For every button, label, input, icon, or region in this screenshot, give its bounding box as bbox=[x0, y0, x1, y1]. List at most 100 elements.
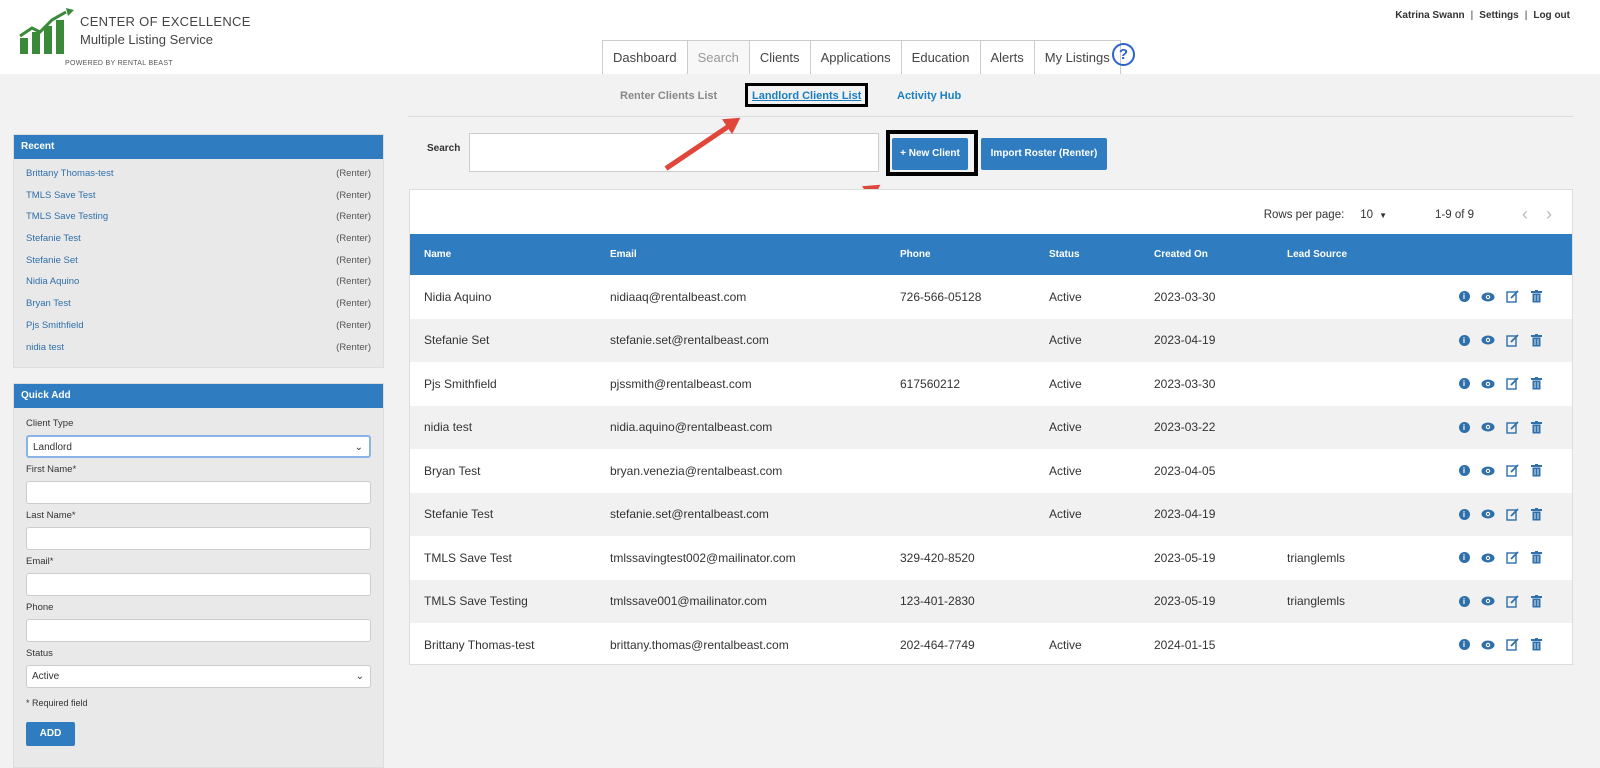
view-icon[interactable] bbox=[1481, 507, 1495, 521]
trash-icon[interactable] bbox=[1529, 551, 1543, 565]
recent-client-name[interactable]: nidia test bbox=[26, 337, 64, 359]
tab-dashboard[interactable]: Dashboard bbox=[602, 40, 688, 74]
subnav-landlord-clients[interactable]: Landlord Clients List bbox=[745, 83, 869, 107]
list-item[interactable]: Pjs Smithfield (Renter) bbox=[14, 315, 383, 337]
list-item[interactable]: Nidia Aquino (Renter) bbox=[14, 271, 383, 293]
phone-field[interactable] bbox=[26, 619, 371, 642]
edit-icon[interactable] bbox=[1505, 333, 1519, 347]
recent-client-name[interactable]: Stefanie Set bbox=[26, 250, 78, 272]
info-icon[interactable]: i bbox=[1457, 420, 1471, 434]
view-icon[interactable] bbox=[1481, 333, 1495, 347]
edit-icon[interactable] bbox=[1505, 290, 1519, 304]
view-icon[interactable] bbox=[1481, 594, 1495, 608]
view-icon[interactable] bbox=[1481, 377, 1495, 391]
tab-clients[interactable]: Clients bbox=[748, 40, 811, 74]
trash-icon[interactable] bbox=[1529, 377, 1543, 391]
rows-per-page-select[interactable]: 10 ▼ bbox=[1360, 209, 1387, 221]
list-item[interactable]: Brittany Thomas-test (Renter) bbox=[14, 163, 383, 185]
table-row[interactable]: nidia test nidia.aquino@rentalbeast.com Ac… bbox=[410, 405, 1572, 450]
chevron-right-icon[interactable]: › bbox=[1546, 204, 1552, 225]
status-select[interactable]: Active ⌄ bbox=[26, 665, 371, 688]
info-icon[interactable]: i bbox=[1457, 464, 1471, 478]
list-item[interactable]: Stefanie Set (Renter) bbox=[14, 250, 383, 272]
view-icon[interactable] bbox=[1481, 551, 1495, 565]
header-phone[interactable]: Phone bbox=[886, 234, 1035, 275]
new-client-button[interactable]: + New Client bbox=[892, 138, 968, 170]
email-field[interactable] bbox=[26, 573, 371, 596]
logout-link[interactable]: Log out bbox=[1533, 10, 1570, 21]
edit-icon[interactable] bbox=[1505, 638, 1519, 652]
table-row[interactable]: Bryan Test bryan.venezia@rentalbeast.com A… bbox=[410, 449, 1572, 493]
view-icon[interactable] bbox=[1481, 420, 1495, 434]
subnav-renter-clients[interactable]: Renter Clients List bbox=[620, 90, 717, 102]
table-row[interactable]: TMLS Save Testing tmlssave001@mailinator.… bbox=[410, 579, 1572, 623]
info-icon[interactable]: i bbox=[1457, 377, 1471, 391]
header-status[interactable]: Status bbox=[1035, 234, 1140, 275]
info-icon[interactable]: i bbox=[1457, 551, 1471, 565]
settings-link[interactable]: Settings bbox=[1479, 10, 1518, 21]
edit-icon[interactable] bbox=[1505, 507, 1519, 521]
recent-client-name[interactable]: TMLS Save Testing bbox=[26, 206, 108, 228]
view-icon[interactable] bbox=[1481, 464, 1495, 478]
tab-applications[interactable]: Applications bbox=[809, 40, 902, 74]
edit-icon[interactable] bbox=[1505, 594, 1519, 608]
list-item[interactable]: TMLS Save Test (Renter) bbox=[14, 185, 383, 207]
view-icon[interactable] bbox=[1481, 290, 1495, 304]
recent-client-name[interactable]: Brittany Thomas-test bbox=[26, 163, 113, 185]
edit-icon[interactable] bbox=[1505, 377, 1519, 391]
user-name[interactable]: Katrina Swann bbox=[1395, 10, 1464, 21]
trash-icon[interactable] bbox=[1529, 333, 1543, 347]
list-item[interactable]: Bryan Test (Renter) bbox=[14, 293, 383, 315]
view-icon[interactable] bbox=[1481, 638, 1495, 652]
tab-search[interactable]: Search bbox=[686, 40, 750, 74]
tab-education[interactable]: Education bbox=[900, 40, 981, 74]
client-type-select[interactable]: Landlord ⌄ bbox=[26, 435, 371, 458]
cell-phone bbox=[886, 406, 1035, 450]
user-links: Katrina Swann | Settings | Log out bbox=[1395, 10, 1570, 21]
info-icon[interactable]: i bbox=[1457, 507, 1471, 521]
edit-icon[interactable] bbox=[1505, 551, 1519, 565]
trash-icon[interactable] bbox=[1529, 638, 1543, 652]
table-row[interactable]: TMLS Save Test tmlssavingtest002@mailinat… bbox=[410, 536, 1572, 580]
list-item[interactable]: Stefanie Test (Renter) bbox=[14, 228, 383, 250]
table-row[interactable]: Stefanie Test stefanie.set@rentalbeast.co… bbox=[410, 492, 1572, 536]
list-item[interactable]: TMLS Save Testing (Renter) bbox=[14, 206, 383, 228]
subnav-activity-hub[interactable]: Activity Hub bbox=[897, 90, 961, 102]
tab-my-listings[interactable]: My Listings bbox=[1033, 40, 1121, 74]
last-name-field[interactable] bbox=[26, 527, 371, 550]
search-input[interactable] bbox=[469, 133, 879, 172]
trash-icon[interactable] bbox=[1529, 420, 1543, 434]
recent-client-name[interactable]: TMLS Save Test bbox=[26, 185, 96, 207]
table-row[interactable]: Pjs Smithfield pjssmith@rentalbeast.com 61… bbox=[410, 362, 1572, 406]
info-icon[interactable]: i bbox=[1457, 594, 1471, 608]
chevron-left-icon[interactable]: ‹ bbox=[1522, 204, 1528, 225]
info-icon[interactable]: i bbox=[1457, 290, 1471, 304]
recent-client-type: (Renter) bbox=[336, 341, 371, 353]
recent-client-name[interactable]: Nidia Aquino bbox=[26, 271, 79, 293]
recent-client-name[interactable]: Bryan Test bbox=[26, 293, 71, 315]
info-icon[interactable]: i bbox=[1457, 333, 1471, 347]
trash-icon[interactable] bbox=[1529, 290, 1543, 304]
import-roster-button[interactable]: Import Roster (Renter) bbox=[981, 138, 1107, 170]
recent-client-name[interactable]: Stefanie Test bbox=[26, 228, 81, 250]
info-icon[interactable]: i bbox=[1457, 638, 1471, 652]
recent-client-type: (Renter) bbox=[336, 233, 371, 245]
help-icon[interactable]: ? bbox=[1112, 43, 1135, 66]
list-item[interactable]: nidia test (Renter) bbox=[14, 337, 383, 359]
header-name[interactable]: Name bbox=[410, 234, 596, 275]
tab-alerts[interactable]: Alerts bbox=[979, 40, 1035, 74]
edit-icon[interactable] bbox=[1505, 464, 1519, 478]
add-button[interactable]: ADD bbox=[26, 722, 75, 746]
header-created[interactable]: Created On bbox=[1140, 234, 1273, 275]
trash-icon[interactable] bbox=[1529, 594, 1543, 608]
table-row[interactable]: Nidia Aquino nidiaaq@rentalbeast.com 726-5… bbox=[410, 275, 1572, 319]
trash-icon[interactable] bbox=[1529, 464, 1543, 478]
table-row[interactable]: Brittany Thomas-test brittany.thomas@rent… bbox=[410, 623, 1572, 667]
table-row[interactable]: Stefanie Set stefanie.set@rentalbeast.com… bbox=[410, 318, 1572, 362]
first-name-field[interactable] bbox=[26, 481, 371, 504]
trash-icon[interactable] bbox=[1529, 507, 1543, 521]
recent-client-name[interactable]: Pjs Smithfield bbox=[26, 315, 84, 337]
edit-icon[interactable] bbox=[1505, 420, 1519, 434]
header-lead-source[interactable]: Lead Source bbox=[1273, 234, 1433, 275]
header-email[interactable]: Email bbox=[596, 234, 886, 275]
